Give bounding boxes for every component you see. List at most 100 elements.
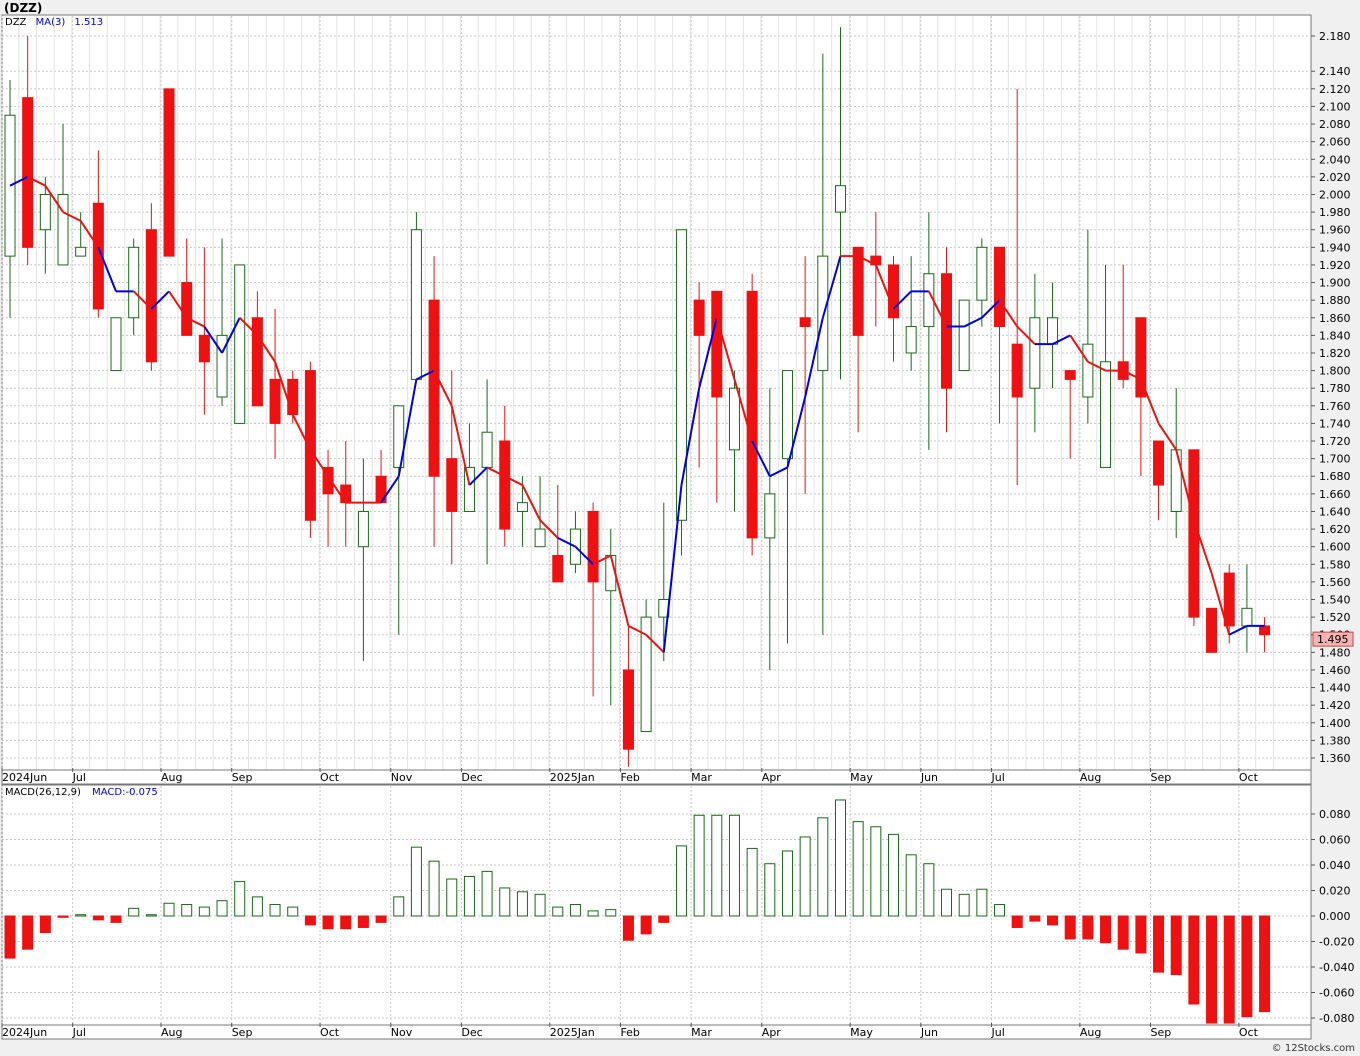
price-tick-label: 2.000	[1319, 188, 1351, 201]
macd-bar	[1223, 915, 1235, 1024]
macd-tick-label: -0.080	[1319, 1012, 1354, 1025]
macd-tick-label: 0.040	[1319, 859, 1351, 872]
candle-body	[1206, 607, 1218, 653]
price-tick-label: 2.120	[1319, 83, 1351, 96]
stock-chart: (DZZ) 2.180 2.140 2.120 2.100 2.080 2.060 2.04…	[0, 0, 1360, 1056]
macd-x-month-label: Feb	[620, 1026, 639, 1039]
macd-x-month-label: Sep	[1151, 1026, 1172, 1039]
macd-bar	[251, 896, 263, 917]
macd-bar	[304, 915, 316, 926]
price-x-month-label: 2025Jan	[550, 771, 595, 784]
macd-x-month-label: Apr	[762, 1026, 782, 1039]
price-tick-label: 1.720	[1319, 435, 1351, 448]
candle-body	[428, 299, 440, 477]
macd-bar	[322, 915, 334, 930]
macd-tick-label: 0.080	[1319, 808, 1351, 821]
candle-body	[463, 466, 475, 512]
macd-bar	[870, 826, 882, 917]
macd-bar	[941, 888, 953, 917]
candle-body	[1259, 625, 1271, 636]
price-tick-label: 1.520	[1319, 611, 1351, 624]
price-tick-label: 1.400	[1319, 717, 1351, 730]
macd-bar	[587, 910, 599, 917]
macd-bar	[976, 888, 988, 917]
candle-body	[516, 502, 528, 512]
price-x-month-label: Oct	[1239, 771, 1259, 784]
candle-body	[534, 528, 546, 548]
macd-plot-area	[1, 784, 1312, 1026]
price-x-month-label: Nov	[391, 771, 413, 784]
macd-bar	[1259, 915, 1271, 1013]
price-x-month-label: Feb	[620, 771, 639, 784]
macd-tick-label: 0.020	[1319, 885, 1351, 898]
candle-body	[1135, 317, 1147, 398]
price-tick-label: 1.780	[1319, 382, 1351, 395]
price-x-month-label: Sep	[232, 771, 253, 784]
macd-x-month-label: Sep	[232, 1026, 253, 1039]
price-tick-label: 1.360	[1319, 752, 1351, 765]
candle-body	[552, 554, 564, 583]
macd-bar	[216, 900, 228, 917]
candle-body	[1223, 572, 1235, 627]
macd-bar	[481, 870, 493, 917]
price-tick-label: 2.060	[1319, 136, 1351, 149]
macd-bar	[393, 896, 405, 917]
candle-body	[941, 273, 953, 389]
macd-bar	[693, 814, 705, 917]
macd-bar	[22, 915, 34, 950]
candle-body	[481, 431, 493, 468]
macd-tick-label: 0.000	[1319, 910, 1351, 923]
macd-bar	[181, 904, 193, 917]
macd-bar	[994, 904, 1006, 917]
ma-label: MA(3)	[36, 17, 66, 28]
price-x-month-label: Aug	[161, 771, 182, 784]
candle-body	[145, 229, 157, 363]
macd-bar	[958, 893, 970, 917]
price-tick-label: 1.860	[1319, 312, 1351, 325]
macd-bar	[658, 915, 670, 923]
credit-text: © 12Stocks.com	[1272, 1043, 1355, 1054]
candle-body	[746, 290, 758, 539]
price-x-month-label: Jun	[920, 771, 938, 784]
candle-body	[905, 326, 917, 354]
macd-x-month-label: 2025Jan	[550, 1026, 595, 1039]
macd-bar	[888, 833, 899, 917]
candle-body	[1064, 370, 1076, 380]
candle-body	[781, 370, 793, 460]
price-tick-label: 2.080	[1319, 118, 1351, 131]
candle-body	[499, 440, 511, 530]
price-x-month-label: Mar	[691, 771, 712, 784]
candle-body	[181, 282, 193, 336]
macd-bar	[834, 799, 846, 917]
price-tick-label: 1.560	[1319, 576, 1351, 589]
macd-bar	[1153, 915, 1165, 973]
price-tick-label: 1.380	[1319, 734, 1351, 747]
price-tick-label: 1.900	[1319, 277, 1351, 290]
macd-bar	[622, 915, 634, 941]
price-tick-label: 1.960	[1319, 224, 1351, 237]
candle-body	[1082, 343, 1094, 398]
candle-body	[817, 255, 829, 372]
candle-body	[834, 185, 846, 213]
candle-body	[1011, 343, 1023, 398]
price-x-axis-band	[1, 769, 1312, 785]
price-tick-label: 1.600	[1319, 541, 1351, 554]
macd-tick-label: -0.020	[1319, 936, 1354, 949]
price-tick-label: 2.020	[1319, 171, 1351, 184]
macd-legend: MACD(26,12,9) MACD:-0.075	[5, 787, 158, 798]
macd-x-month-label: Nov	[391, 1026, 413, 1039]
candle-body	[1241, 607, 1253, 627]
macd-bar	[340, 915, 352, 930]
ma-value: 1.513	[74, 17, 103, 28]
price-x-month-label: Aug	[1080, 771, 1101, 784]
price-tick-label: 1.680	[1319, 470, 1351, 483]
macd-tick-label: -0.040	[1319, 961, 1354, 974]
macd-bar	[128, 907, 140, 917]
price-x-month-label: 2024Jun	[2, 771, 47, 784]
price-x-month-label: Oct	[320, 771, 340, 784]
macd-bar	[1117, 915, 1129, 950]
candle-body	[410, 229, 422, 380]
candle-body	[340, 484, 352, 504]
candle-body	[287, 378, 299, 416]
macd-bar	[198, 906, 210, 917]
